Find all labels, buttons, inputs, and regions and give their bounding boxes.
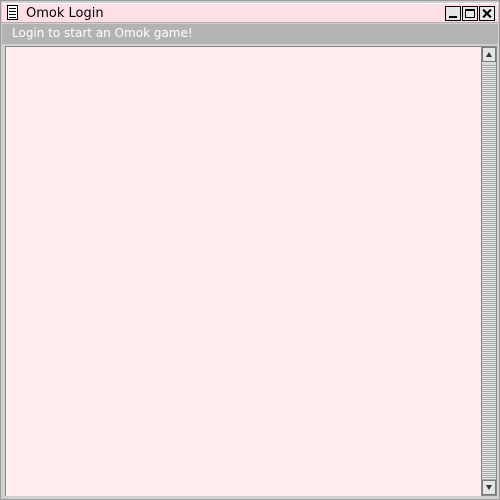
omok-login-window: Omok Login Login to start an Omok game! bbox=[0, 0, 500, 500]
window-controls bbox=[444, 6, 495, 22]
close-button[interactable] bbox=[479, 6, 495, 21]
content-area[interactable] bbox=[5, 46, 481, 496]
subtitle-text: Login to start an Omok game! bbox=[12, 26, 193, 40]
document-icon bbox=[7, 5, 18, 20]
scroll-down-arrow-icon[interactable] bbox=[482, 480, 496, 495]
window-title-bar[interactable]: Omok Login bbox=[2, 3, 498, 23]
maximize-button[interactable] bbox=[462, 6, 478, 21]
window-title: Omok Login bbox=[26, 6, 104, 21]
scroll-up-arrow-icon[interactable] bbox=[482, 47, 496, 62]
scroll-thumb[interactable] bbox=[482, 62, 496, 65]
subtitle-bar: Login to start an Omok game! bbox=[2, 24, 498, 44]
minimize-button[interactable] bbox=[445, 6, 461, 21]
vertical-scrollbar[interactable] bbox=[481, 46, 497, 496]
